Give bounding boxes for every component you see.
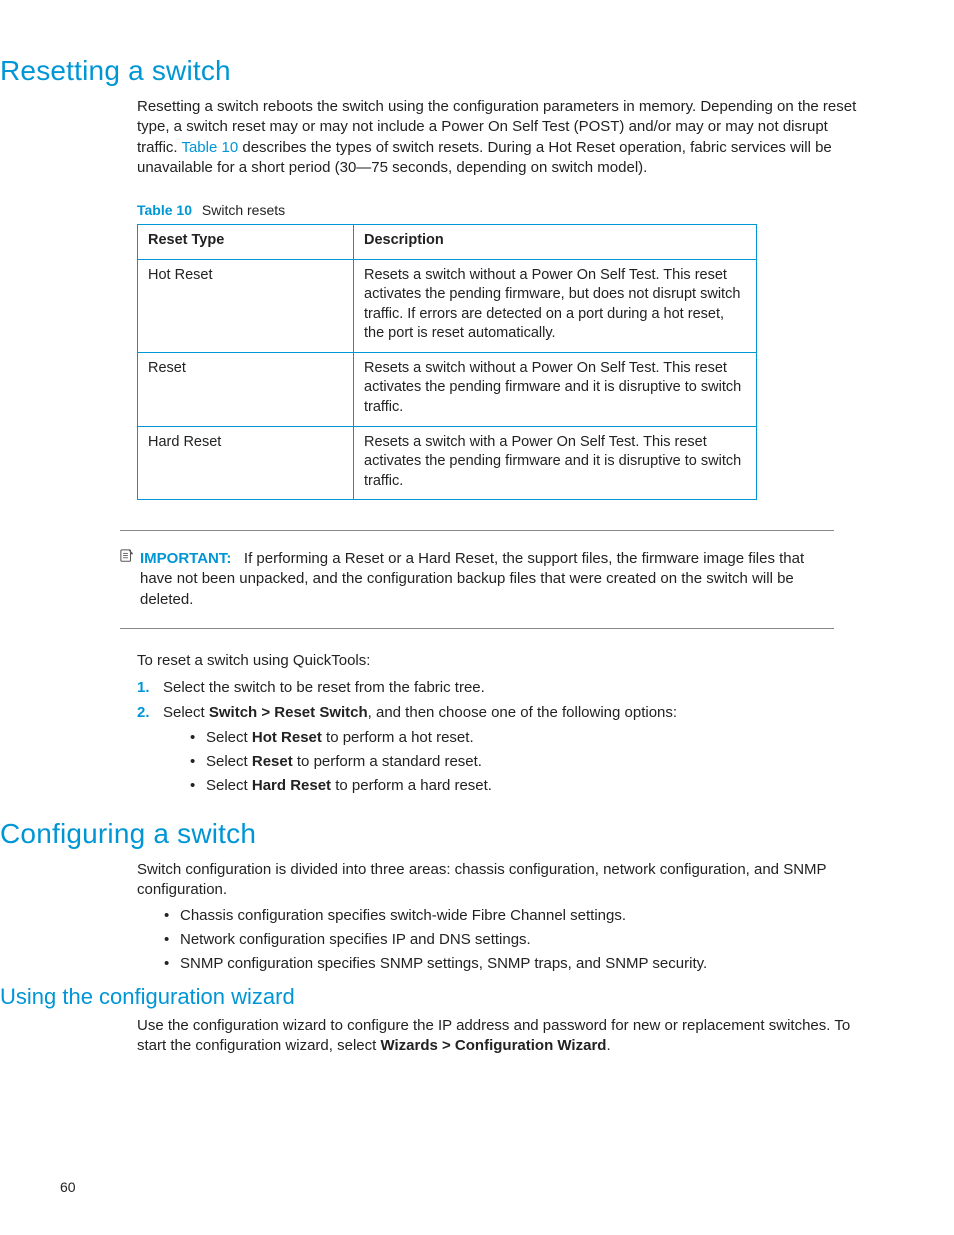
cell-reset-type: Hot Reset: [138, 259, 354, 352]
substep-bold: Hot Reset: [252, 729, 322, 746]
table-caption: Table 10 Switch resets: [137, 202, 866, 218]
wizard-post: .: [606, 1037, 610, 1054]
configuring-intro: Switch configuration is divided into thr…: [137, 860, 866, 901]
important-label: IMPORTANT:: [140, 550, 231, 567]
intro-post: describes the types of switch resets. Du…: [137, 139, 832, 176]
steps-wrap: 1. Select the switch to be reset from th…: [137, 677, 866, 723]
heading-resetting-switch: Resetting a switch: [0, 55, 954, 87]
cell-desc: Resets a switch with a Power On Self Tes…: [354, 426, 757, 500]
table-row: Hot Reset Resets a switch without a Powe…: [138, 259, 757, 352]
table-header-row: Reset Type Description: [138, 225, 757, 260]
page: Resetting a switch Resetting a switch re…: [0, 0, 954, 1235]
substep: Select Reset to perform a standard reset…: [188, 751, 866, 772]
substep-post: to perform a hard reset.: [331, 777, 492, 794]
procedure-lead: To reset a switch using QuickTools:: [137, 651, 866, 671]
substep: Select Hot Reset to perform a hot reset.: [188, 727, 866, 748]
wizard-paragraph: Use the configuration wizard to configur…: [137, 1016, 866, 1057]
resetting-intro-paragraph: Resetting a switch reboots the switch us…: [137, 97, 866, 178]
step-2: 2. Select Switch > Reset Switch, and the…: [137, 702, 866, 723]
table-caption-text: Switch resets: [202, 202, 285, 218]
resetting-intro: Resetting a switch reboots the switch us…: [137, 97, 866, 500]
step-text-bold: Switch > Reset Switch: [209, 704, 368, 721]
cell-reset-type: Reset: [138, 352, 354, 426]
cell-desc: Resets a switch without a Power On Self …: [354, 352, 757, 426]
steps-list: 1. Select the switch to be reset from th…: [137, 677, 866, 723]
cell-reset-type: Hard Reset: [138, 426, 354, 500]
step-number: 2.: [137, 702, 150, 723]
substep-post: to perform a standard reset.: [293, 753, 482, 770]
table-row: Hard Reset Resets a switch with a Power …: [138, 426, 757, 500]
substep-bold: Hard Reset: [252, 777, 331, 794]
important-body: If performing a Reset or a Hard Reset, t…: [140, 550, 804, 608]
cell-desc: Resets a switch without a Power On Self …: [354, 259, 757, 352]
col-description: Description: [354, 225, 757, 260]
link-table-10[interactable]: Table 10: [181, 139, 238, 156]
wizard-bold: Wizards > Configuration Wizard: [380, 1037, 606, 1054]
heading-config-wizard: Using the configuration wizard: [0, 984, 954, 1010]
step-text-pre: Select: [163, 704, 209, 721]
substep: Select Hard Reset to perform a hard rese…: [188, 775, 866, 796]
substeps-wrap: Select Hot Reset to perform a hot reset.…: [188, 727, 866, 796]
substep-bold: Reset: [252, 753, 293, 770]
configuring-paragraph: Switch configuration is divided into thr…: [137, 860, 866, 901]
page-number: 60: [60, 1179, 76, 1195]
col-reset-type: Reset Type: [138, 225, 354, 260]
important-note: IMPORTANT: If performing a Reset or a Ha…: [120, 530, 834, 629]
procedure-lead-wrap: To reset a switch using QuickTools:: [137, 651, 866, 671]
substep-pre: Select: [206, 753, 252, 770]
important-text: IMPORTANT: If performing a Reset or a Ha…: [140, 549, 834, 610]
list-item: Chassis configuration specifies switch-w…: [162, 905, 866, 926]
config-bullets-wrap: Chassis configuration specifies switch-w…: [162, 905, 866, 974]
heading-configuring-switch: Configuring a switch: [0, 818, 954, 850]
step-1: 1. Select the switch to be reset from th…: [137, 677, 866, 698]
step-text-post: , and then choose one of the following o…: [368, 704, 677, 721]
table-row: Reset Resets a switch without a Power On…: [138, 352, 757, 426]
config-bullets: Chassis configuration specifies switch-w…: [162, 905, 866, 974]
table-switch-resets: Reset Type Description Hot Reset Resets …: [137, 224, 757, 500]
substeps-list: Select Hot Reset to perform a hot reset.…: [188, 727, 866, 796]
list-item: Network configuration specifies IP and D…: [162, 929, 866, 950]
substep-pre: Select: [206, 729, 252, 746]
list-item: SNMP configuration specifies SNMP settin…: [162, 953, 866, 974]
wizard-paragraph-wrap: Use the configuration wizard to configur…: [137, 1016, 866, 1057]
table-label: Table 10: [137, 202, 192, 218]
step-number: 1.: [137, 677, 150, 698]
substep-pre: Select: [206, 777, 252, 794]
step-text: Select the switch to be reset from the f…: [163, 679, 485, 696]
note-icon: [120, 549, 134, 563]
substep-post: to perform a hot reset.: [322, 729, 474, 746]
